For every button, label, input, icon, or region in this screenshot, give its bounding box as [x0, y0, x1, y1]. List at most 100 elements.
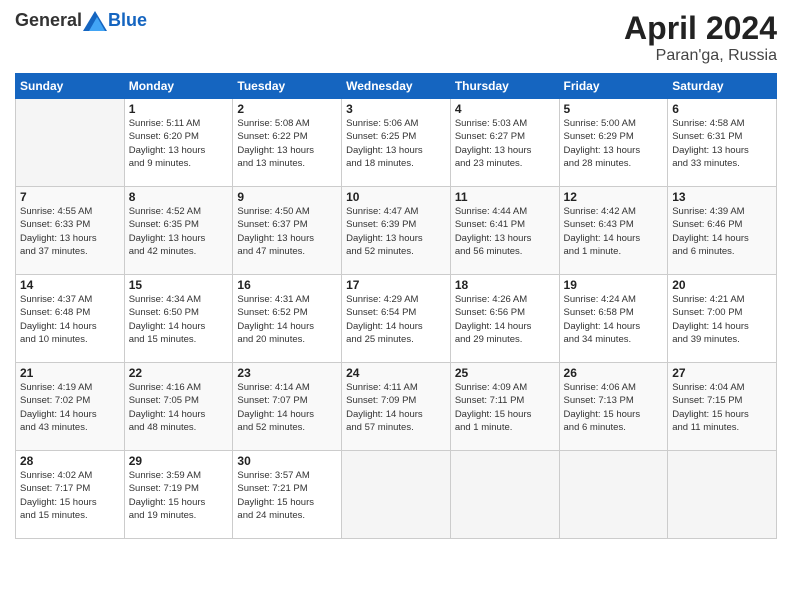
day-number: 24	[346, 366, 446, 380]
day-number: 12	[564, 190, 664, 204]
table-row: 4Sunrise: 5:03 AMSunset: 6:27 PMDaylight…	[450, 99, 559, 187]
day-info: Sunrise: 5:03 AMSunset: 6:27 PMDaylight:…	[455, 117, 555, 170]
day-number: 17	[346, 278, 446, 292]
calendar-header-row: Sunday Monday Tuesday Wednesday Thursday…	[16, 74, 777, 99]
col-saturday: Saturday	[668, 74, 777, 99]
day-info: Sunrise: 3:59 AMSunset: 7:19 PMDaylight:…	[129, 469, 229, 522]
table-row: 5Sunrise: 5:00 AMSunset: 6:29 PMDaylight…	[559, 99, 668, 187]
day-number: 1	[129, 102, 229, 116]
logo-blue-text: Blue	[108, 10, 147, 31]
day-number: 2	[237, 102, 337, 116]
day-number: 6	[672, 102, 772, 116]
table-row: 13Sunrise: 4:39 AMSunset: 6:46 PMDayligh…	[668, 187, 777, 275]
day-info: Sunrise: 4:31 AMSunset: 6:52 PMDaylight:…	[237, 293, 337, 346]
day-number: 14	[20, 278, 120, 292]
calendar-location: Paran'ga, Russia	[624, 47, 777, 65]
table-row: 21Sunrise: 4:19 AMSunset: 7:02 PMDayligh…	[16, 363, 125, 451]
table-row: 8Sunrise: 4:52 AMSunset: 6:35 PMDaylight…	[124, 187, 233, 275]
col-tuesday: Tuesday	[233, 74, 342, 99]
table-row: 24Sunrise: 4:11 AMSunset: 7:09 PMDayligh…	[342, 363, 451, 451]
table-row	[668, 451, 777, 539]
logo-general-text: General	[15, 10, 82, 31]
day-info: Sunrise: 4:42 AMSunset: 6:43 PMDaylight:…	[564, 205, 664, 258]
col-friday: Friday	[559, 74, 668, 99]
table-row: 19Sunrise: 4:24 AMSunset: 6:58 PMDayligh…	[559, 275, 668, 363]
calendar-week-row: 21Sunrise: 4:19 AMSunset: 7:02 PMDayligh…	[16, 363, 777, 451]
day-number: 4	[455, 102, 555, 116]
day-number: 5	[564, 102, 664, 116]
day-info: Sunrise: 5:11 AMSunset: 6:20 PMDaylight:…	[129, 117, 229, 170]
table-row: 15Sunrise: 4:34 AMSunset: 6:50 PMDayligh…	[124, 275, 233, 363]
day-number: 8	[129, 190, 229, 204]
day-number: 7	[20, 190, 120, 204]
col-thursday: Thursday	[450, 74, 559, 99]
day-number: 15	[129, 278, 229, 292]
table-row: 22Sunrise: 4:16 AMSunset: 7:05 PMDayligh…	[124, 363, 233, 451]
day-number: 20	[672, 278, 772, 292]
day-number: 29	[129, 454, 229, 468]
day-number: 21	[20, 366, 120, 380]
calendar-week-row: 1Sunrise: 5:11 AMSunset: 6:20 PMDaylight…	[16, 99, 777, 187]
table-row: 7Sunrise: 4:55 AMSunset: 6:33 PMDaylight…	[16, 187, 125, 275]
calendar-title: April 2024	[624, 10, 777, 47]
table-row: 1Sunrise: 5:11 AMSunset: 6:20 PMDaylight…	[124, 99, 233, 187]
day-number: 10	[346, 190, 446, 204]
day-info: Sunrise: 3:57 AMSunset: 7:21 PMDaylight:…	[237, 469, 337, 522]
day-number: 23	[237, 366, 337, 380]
table-row: 9Sunrise: 4:50 AMSunset: 6:37 PMDaylight…	[233, 187, 342, 275]
day-info: Sunrise: 5:00 AMSunset: 6:29 PMDaylight:…	[564, 117, 664, 170]
table-row	[16, 99, 125, 187]
day-info: Sunrise: 4:16 AMSunset: 7:05 PMDaylight:…	[129, 381, 229, 434]
day-info: Sunrise: 4:21 AMSunset: 7:00 PMDaylight:…	[672, 293, 772, 346]
day-info: Sunrise: 4:58 AMSunset: 6:31 PMDaylight:…	[672, 117, 772, 170]
day-info: Sunrise: 4:44 AMSunset: 6:41 PMDaylight:…	[455, 205, 555, 258]
table-row: 25Sunrise: 4:09 AMSunset: 7:11 PMDayligh…	[450, 363, 559, 451]
logo: General Blue	[15, 10, 147, 31]
table-row: 26Sunrise: 4:06 AMSunset: 7:13 PMDayligh…	[559, 363, 668, 451]
logo-icon	[83, 11, 107, 31]
day-info: Sunrise: 4:11 AMSunset: 7:09 PMDaylight:…	[346, 381, 446, 434]
table-row: 29Sunrise: 3:59 AMSunset: 7:19 PMDayligh…	[124, 451, 233, 539]
day-info: Sunrise: 4:39 AMSunset: 6:46 PMDaylight:…	[672, 205, 772, 258]
table-row: 11Sunrise: 4:44 AMSunset: 6:41 PMDayligh…	[450, 187, 559, 275]
day-number: 19	[564, 278, 664, 292]
header: General Blue April 2024 Paran'ga, Russia	[15, 10, 777, 65]
day-info: Sunrise: 4:06 AMSunset: 7:13 PMDaylight:…	[564, 381, 664, 434]
table-row: 3Sunrise: 5:06 AMSunset: 6:25 PMDaylight…	[342, 99, 451, 187]
table-row: 12Sunrise: 4:42 AMSunset: 6:43 PMDayligh…	[559, 187, 668, 275]
day-info: Sunrise: 5:06 AMSunset: 6:25 PMDaylight:…	[346, 117, 446, 170]
calendar-week-row: 14Sunrise: 4:37 AMSunset: 6:48 PMDayligh…	[16, 275, 777, 363]
day-info: Sunrise: 4:14 AMSunset: 7:07 PMDaylight:…	[237, 381, 337, 434]
day-info: Sunrise: 4:47 AMSunset: 6:39 PMDaylight:…	[346, 205, 446, 258]
day-number: 25	[455, 366, 555, 380]
day-info: Sunrise: 4:52 AMSunset: 6:35 PMDaylight:…	[129, 205, 229, 258]
day-info: Sunrise: 4:02 AMSunset: 7:17 PMDaylight:…	[20, 469, 120, 522]
table-row: 16Sunrise: 4:31 AMSunset: 6:52 PMDayligh…	[233, 275, 342, 363]
title-block: April 2024 Paran'ga, Russia	[624, 10, 777, 65]
day-number: 28	[20, 454, 120, 468]
table-row: 6Sunrise: 4:58 AMSunset: 6:31 PMDaylight…	[668, 99, 777, 187]
day-number: 13	[672, 190, 772, 204]
table-row: 14Sunrise: 4:37 AMSunset: 6:48 PMDayligh…	[16, 275, 125, 363]
calendar-page: General Blue April 2024 Paran'ga, Russia…	[0, 0, 792, 612]
day-info: Sunrise: 4:37 AMSunset: 6:48 PMDaylight:…	[20, 293, 120, 346]
day-number: 3	[346, 102, 446, 116]
day-info: Sunrise: 4:26 AMSunset: 6:56 PMDaylight:…	[455, 293, 555, 346]
day-number: 26	[564, 366, 664, 380]
day-info: Sunrise: 4:55 AMSunset: 6:33 PMDaylight:…	[20, 205, 120, 258]
day-info: Sunrise: 4:24 AMSunset: 6:58 PMDaylight:…	[564, 293, 664, 346]
col-sunday: Sunday	[16, 74, 125, 99]
day-info: Sunrise: 4:19 AMSunset: 7:02 PMDaylight:…	[20, 381, 120, 434]
table-row: 20Sunrise: 4:21 AMSunset: 7:00 PMDayligh…	[668, 275, 777, 363]
table-row: 28Sunrise: 4:02 AMSunset: 7:17 PMDayligh…	[16, 451, 125, 539]
day-number: 11	[455, 190, 555, 204]
day-info: Sunrise: 4:50 AMSunset: 6:37 PMDaylight:…	[237, 205, 337, 258]
day-number: 22	[129, 366, 229, 380]
day-number: 27	[672, 366, 772, 380]
table-row	[342, 451, 451, 539]
day-number: 9	[237, 190, 337, 204]
calendar-week-row: 28Sunrise: 4:02 AMSunset: 7:17 PMDayligh…	[16, 451, 777, 539]
day-number: 16	[237, 278, 337, 292]
day-info: Sunrise: 4:04 AMSunset: 7:15 PMDaylight:…	[672, 381, 772, 434]
table-row: 10Sunrise: 4:47 AMSunset: 6:39 PMDayligh…	[342, 187, 451, 275]
